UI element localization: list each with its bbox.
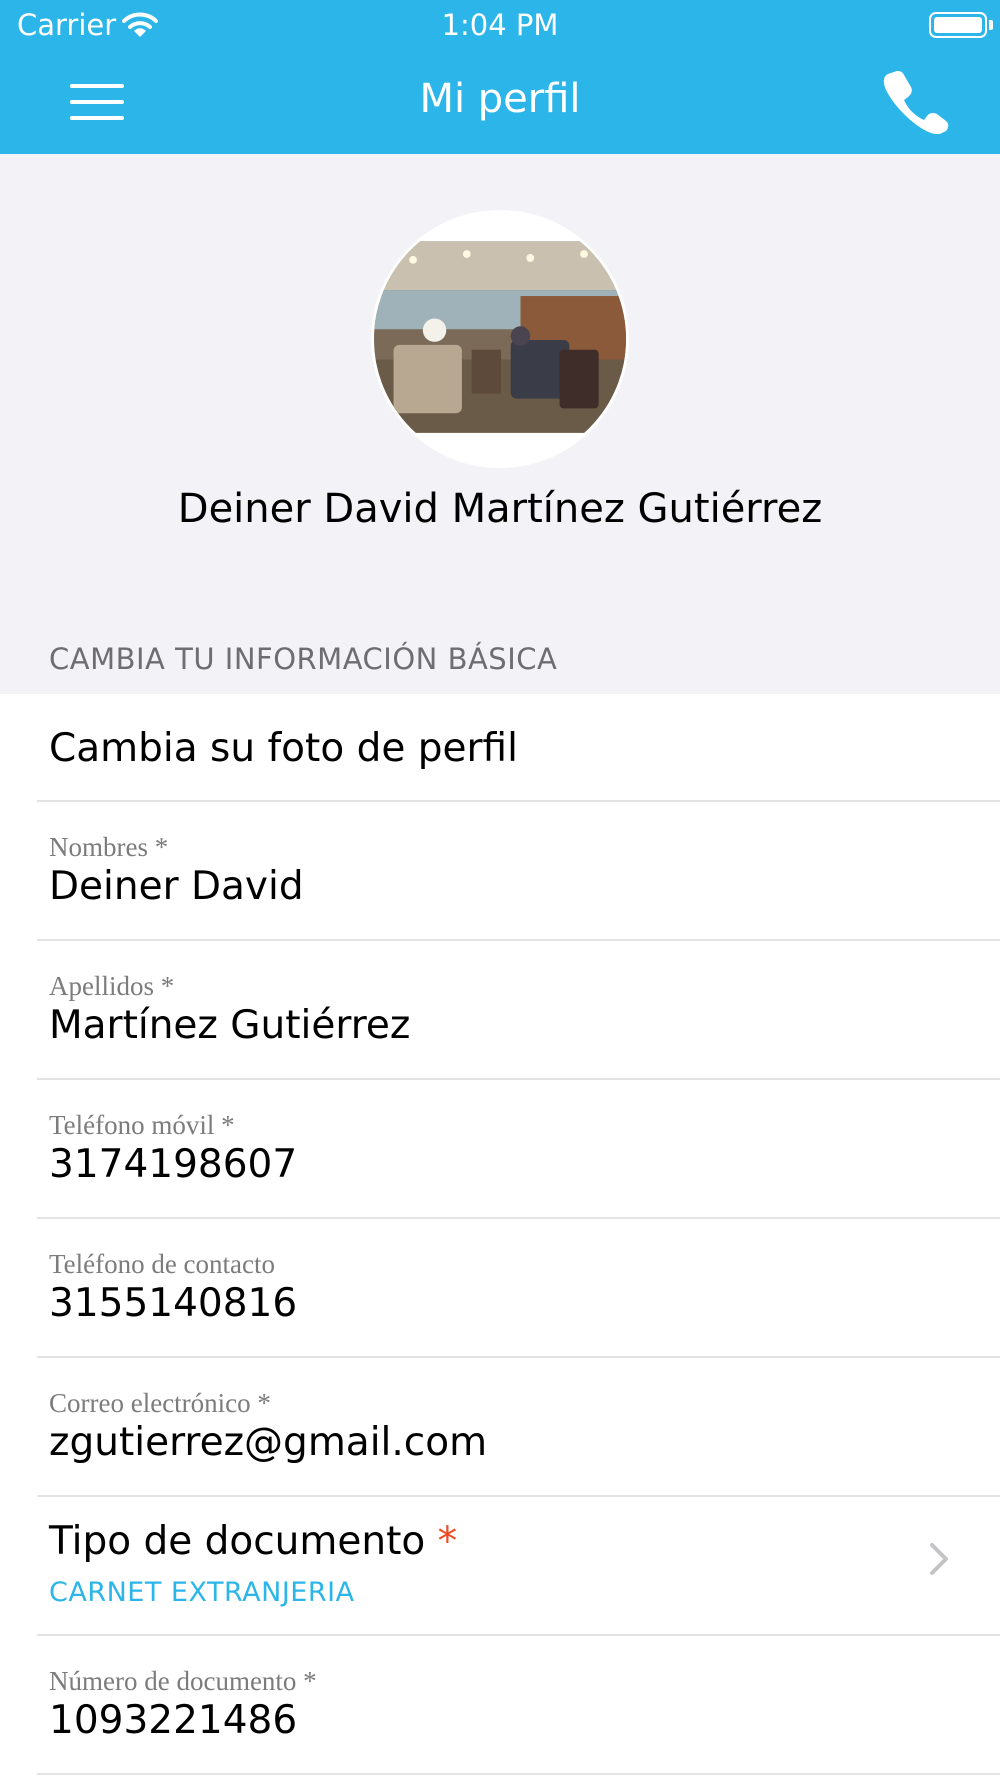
profile-form: Cambia su foto de perfil Nombres * Deine… — [0, 694, 1000, 1778]
nombres-input[interactable]: Deiner David — [49, 864, 304, 909]
telefono-movil-label: Teléfono móvil * — [49, 1110, 235, 1140]
telefono-contacto-label: Teléfono de contacto — [49, 1249, 276, 1279]
correo-input[interactable]: zgutierrez@gmail.com — [49, 1420, 487, 1465]
telefono-contacto-field[interactable]: Teléfono de contacto 3155140816 — [0, 1219, 1000, 1358]
tipo-documento-selector[interactable]: Tipo de documento * CARNET EXTRANJERIA — [0, 1497, 1000, 1636]
apellidos-input[interactable]: Martínez Gutiérrez — [49, 1003, 410, 1048]
nav-bar: Carrier 1:04 PM Mi perfil — [0, 0, 1000, 154]
telefono-movil-input[interactable]: 3174198607 — [49, 1142, 297, 1187]
chevron-right-icon — [930, 1543, 948, 1575]
status-bar: Carrier 1:04 PM — [0, 0, 1000, 50]
nombres-field[interactable]: Nombres * Deiner David — [0, 802, 1000, 941]
numero-documento-input[interactable]: 1093221486 — [49, 1698, 297, 1743]
battery-tip — [989, 20, 993, 30]
apellidos-label: Apellidos * — [49, 971, 175, 1001]
telefono-contacto-input[interactable]: 3155140816 — [49, 1281, 297, 1326]
numero-documento-label: Número de documento * — [49, 1666, 317, 1696]
tipo-documento-value: CARNET EXTRANJERIA — [49, 1577, 355, 1608]
page-title: Mi perfil — [419, 76, 581, 122]
correo-label: Correo electrónico * — [49, 1388, 271, 1418]
nombres-label: Nombres * — [49, 832, 169, 862]
correo-field[interactable]: Correo electrónico * zgutierrez@gmail.co… — [0, 1358, 1000, 1497]
change-photo-row[interactable]: Cambia su foto de perfil — [0, 694, 1000, 802]
battery-icon — [929, 12, 987, 38]
profile-photo — [374, 213, 626, 465]
apellidos-field[interactable]: Apellidos * Martínez Gutiérrez — [0, 941, 1000, 1080]
tipo-documento-label-text: Tipo de documento — [49, 1519, 426, 1564]
avatar[interactable] — [371, 210, 629, 468]
required-marker: * — [437, 1519, 458, 1564]
status-time: 1:04 PM — [441, 8, 559, 42]
section-header: CAMBIA TU INFORMACIÓN BÁSICA — [49, 642, 558, 676]
user-full-name: Deiner David Martínez Gutiérrez — [177, 486, 823, 532]
profile-header: Deiner David Martínez Gutiérrez CAMBIA T… — [0, 154, 1000, 694]
row-divider — [37, 1773, 1000, 1775]
phone-icon[interactable] — [880, 68, 950, 134]
tipo-documento-label: Tipo de documento * — [49, 1519, 457, 1564]
numero-documento-field[interactable]: Número de documento * 1093221486 — [0, 1636, 1000, 1775]
telefono-movil-field[interactable]: Teléfono móvil * 3174198607 — [0, 1080, 1000, 1219]
change-photo-label: Cambia su foto de perfil — [49, 726, 518, 771]
